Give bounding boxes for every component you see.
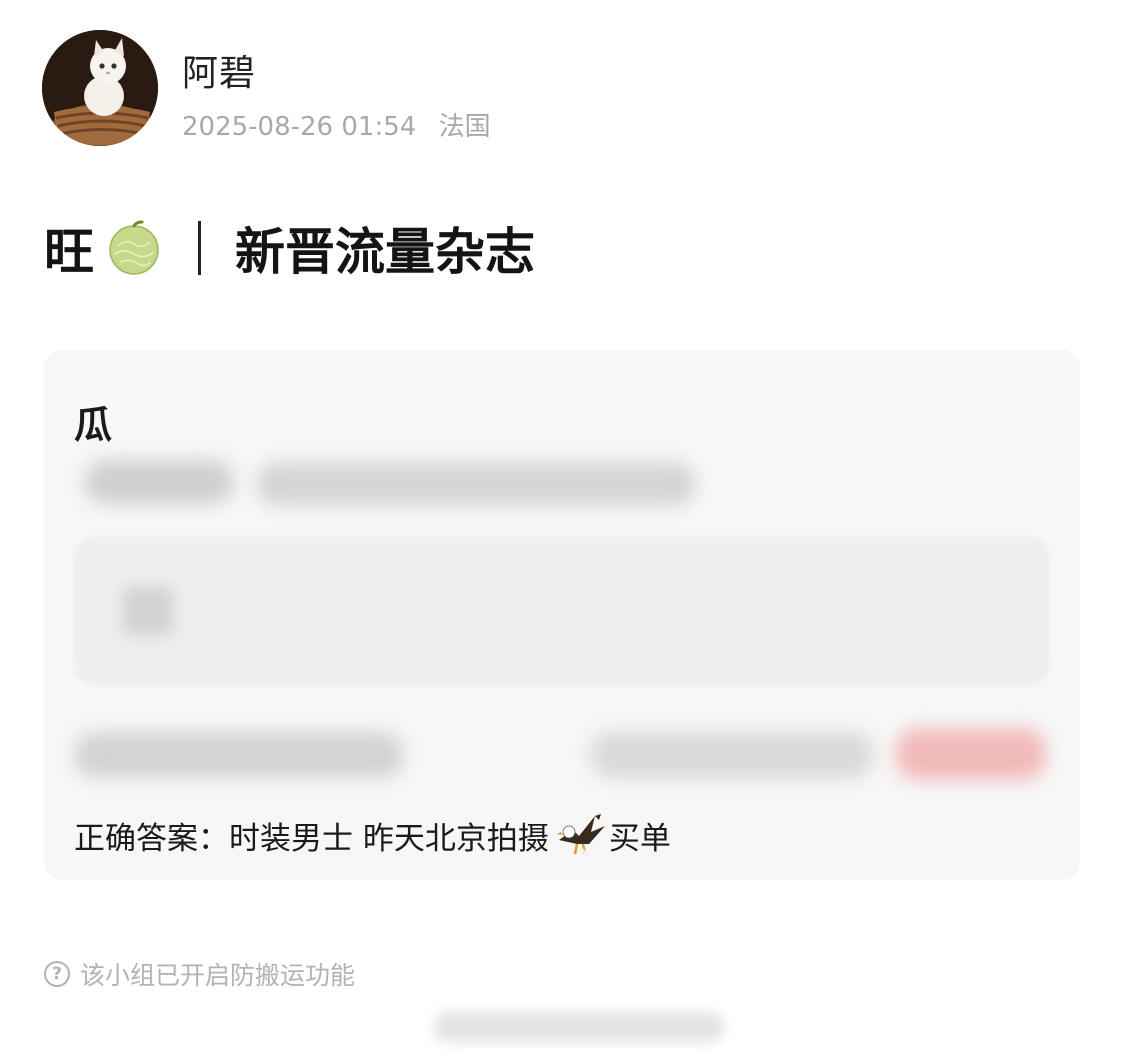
post-card: 瓜 正确答案：时装男士 昨天北京拍摄 买单 [44,350,1080,880]
melon-icon [104,218,164,278]
kitten-in-basket-image [42,30,158,146]
title-text: 新晋流量杂志 [235,223,535,281]
blurred-watermark [434,1012,724,1042]
eagle-icon [555,810,607,860]
blurred-text [590,732,874,778]
blurred-text [84,460,234,504]
anti-repost-notice: ? 该小组已开启防搬运功能 [44,956,355,992]
author-avatar[interactable] [42,30,158,146]
blurred-text [256,462,696,506]
blurred-text [122,586,174,636]
post-title: 旺 新晋流量杂志 [44,212,535,284]
post-meta: 2025-08-26 01:54 法国 [182,106,491,143]
post-location: 法国 [438,112,491,142]
title-separator [198,221,201,275]
author-name[interactable]: 阿碧 [182,44,256,96]
card-heading: 瓜 [74,403,113,447]
title-prefix: 旺 [44,223,94,281]
blurred-highlight [896,728,1046,780]
notice-text: 该小组已开启防搬运功能 [80,961,356,990]
post-date: 2025-08-26 01:54 [182,112,417,142]
help-circle-icon[interactable]: ? [44,961,70,987]
answer-line: 正确答案：时装男士 昨天北京拍摄 买单 [74,810,671,860]
answer-text: 正确答案：时装男士 昨天北京拍摄 [74,820,549,857]
answer-suffix: 买单 [608,820,671,857]
blurred-text [74,732,404,778]
blurred-quote-box [74,536,1050,686]
